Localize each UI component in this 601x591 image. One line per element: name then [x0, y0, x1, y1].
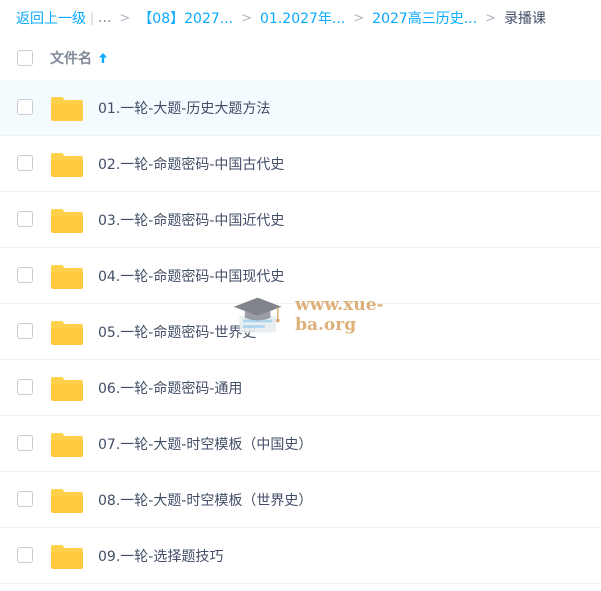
list-item[interactable]: 01.一轮-大题-历史大题方法 [0, 80, 601, 136]
file-name[interactable]: 09.一轮-选择题技巧 [98, 546, 223, 566]
breadcrumb-separator: > [485, 10, 497, 26]
breadcrumb-current: 录播课 [504, 11, 547, 27]
row-checkbox[interactable] [17, 155, 33, 171]
breadcrumb-separator: > [241, 10, 253, 26]
file-name[interactable]: 06.一轮-命题密码-通用 [98, 378, 242, 398]
file-name[interactable]: 01.一轮-大题-历史大题方法 [98, 98, 270, 118]
row-checkbox[interactable] [17, 547, 33, 563]
file-name[interactable]: 04.一轮-命题密码-中国现代史 [98, 266, 284, 286]
folder-icon [51, 265, 83, 289]
row-checkbox[interactable] [17, 211, 33, 227]
list-item[interactable]: 05.一轮-命题密码-世界史 [0, 304, 601, 360]
file-name[interactable]: 03.一轮-命题密码-中国近代史 [98, 210, 284, 230]
list-item[interactable]: 08.一轮-大题-时空模板（世界史） [0, 472, 601, 528]
file-browser: 返回上一级 | ... > 【08】2027... > 01.2027年... … [0, 0, 601, 591]
filename-column-label: 文件名 [50, 51, 92, 67]
back-link[interactable]: 返回上一级 [16, 8, 86, 28]
list-item[interactable]: 06.一轮-命题密码-通用 [0, 360, 601, 416]
breadcrumb-item-01-2027[interactable]: 01.2027年... [260, 8, 345, 28]
folder-icon [51, 321, 83, 345]
folder-icon [51, 433, 83, 457]
folder-icon [51, 545, 83, 569]
row-checkbox[interactable] [17, 323, 33, 339]
list-header: 文件名 [0, 36, 601, 81]
file-list: 01.一轮-大题-历史大题方法 02.一轮-命题密码-中国古代史 03.一轮-命… [0, 80, 601, 584]
row-checkbox[interactable] [17, 491, 33, 507]
file-name[interactable]: 07.一轮-大题-时空模板（中国史） [98, 434, 312, 454]
folder-icon [51, 377, 83, 401]
list-item[interactable]: 02.一轮-命题密码-中国古代史 [0, 136, 601, 192]
list-item[interactable]: 07.一轮-大题-时空模板（中国史） [0, 416, 601, 472]
row-checkbox[interactable] [17, 379, 33, 395]
row-checkbox[interactable] [17, 435, 33, 451]
file-name[interactable]: 05.一轮-命题密码-世界史 [98, 322, 256, 342]
breadcrumb-separator: > [353, 10, 365, 26]
row-checkbox[interactable] [17, 99, 33, 115]
breadcrumb-ellipsis[interactable]: ... [98, 10, 111, 26]
breadcrumb-separator: > [119, 10, 131, 26]
filename-column-header[interactable]: 文件名 [50, 48, 108, 68]
arrow-up-icon[interactable] [98, 52, 108, 64]
file-name[interactable]: 02.一轮-命题密码-中国古代史 [98, 154, 284, 174]
list-item[interactable]: 04.一轮-命题密码-中国现代史 [0, 248, 601, 304]
folder-icon [51, 97, 83, 121]
folder-icon [51, 153, 83, 177]
file-name[interactable]: 08.一轮-大题-时空模板（世界史） [98, 490, 312, 510]
folder-icon [51, 209, 83, 233]
list-item[interactable]: 03.一轮-命题密码-中国近代史 [0, 192, 601, 248]
select-all-checkbox[interactable] [17, 50, 33, 66]
breadcrumb-divider: | [90, 11, 95, 25]
row-checkbox[interactable] [17, 267, 33, 283]
breadcrumb-item-08-2027[interactable]: 【08】2027... [138, 8, 233, 28]
breadcrumb: 返回上一级 | ... > 【08】2027... > 01.2027年... … [0, 0, 601, 36]
breadcrumb-item-2027-history[interactable]: 2027高三历史... [372, 8, 477, 28]
list-item[interactable]: 09.一轮-选择题技巧 [0, 528, 601, 584]
folder-icon [51, 489, 83, 513]
